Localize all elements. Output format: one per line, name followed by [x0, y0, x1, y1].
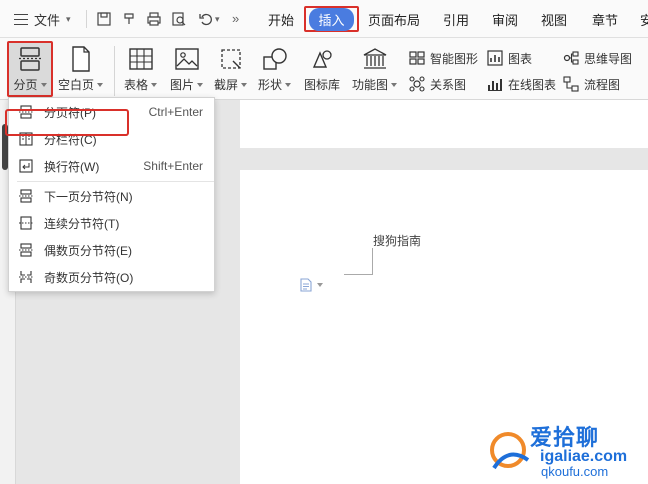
- chart-label: 图表: [508, 51, 533, 66]
- tab-home[interactable]: 开始: [268, 0, 294, 38]
- picture-icon: [174, 46, 200, 72]
- menu-item-next-page-section[interactable]: 下一页分节符(N): [10, 183, 213, 209]
- divider: [86, 10, 87, 28]
- divider: [114, 46, 115, 96]
- blank-page-button[interactable]: 空白页: [58, 46, 104, 93]
- format-painter-icon[interactable]: [121, 11, 137, 27]
- table-icon: [128, 46, 154, 72]
- online-chart-button[interactable]: 在线图表: [486, 75, 556, 93]
- table-button[interactable]: 表格: [124, 46, 158, 93]
- even-page-section-icon: [18, 242, 34, 258]
- watermark-url: qkoufu.com: [541, 464, 609, 479]
- menu-item-even-page-section[interactable]: 偶数页分节符(E): [10, 237, 213, 263]
- online-chart-label: 在线图表: [508, 77, 557, 92]
- chevron-down-icon: ▾: [66, 13, 71, 24]
- function-chart-button[interactable]: 功能图: [352, 46, 398, 93]
- margin-corner-mark: [372, 248, 373, 274]
- chart-icon: [486, 49, 504, 67]
- menu-item-line-break[interactable]: 换行符(W) Shift+Enter: [10, 153, 213, 179]
- icon-library-label: 图标库: [304, 78, 341, 92]
- icon-library-icon: [309, 46, 335, 72]
- blank-page-icon: [68, 46, 94, 72]
- tab-security[interactable]: 安: [640, 0, 648, 38]
- picture-button[interactable]: 图片: [170, 46, 204, 93]
- relation-chart-icon: [408, 75, 426, 93]
- screenshot-icon: [218, 46, 244, 72]
- paragraph-mark-button[interactable]: [300, 278, 323, 292]
- print-preview-icon[interactable]: [171, 11, 187, 27]
- screenshot-button[interactable]: 截屏: [214, 46, 248, 93]
- odd-page-section-icon: [18, 269, 34, 285]
- menu-item-shortcut: Shift+Enter: [143, 159, 203, 173]
- menu-bar: 文件 ▾ ▾ » 开始 插入 页面布局 引用 审阅 视图 章节 安: [0, 0, 648, 38]
- function-chart-icon: [362, 46, 388, 72]
- document-text[interactable]: 搜狗指南: [373, 232, 421, 249]
- document-icon: [300, 278, 312, 292]
- flow-chart-icon: [562, 75, 580, 93]
- continuous-section-icon: [18, 215, 34, 231]
- menu-divider: [17, 181, 214, 182]
- relation-chart-label: 关系图: [430, 77, 467, 92]
- screenshot-label: 截屏: [214, 78, 239, 92]
- tab-insert-highlight: 插入: [304, 6, 359, 32]
- menu-item-label: 连续分节符(T): [44, 216, 120, 231]
- tab-references[interactable]: 引用: [443, 0, 469, 38]
- mind-map-label: 思维导图: [584, 51, 633, 66]
- undo-icon[interactable]: [198, 11, 214, 27]
- blank-page-label: 空白页: [58, 78, 95, 92]
- smart-graphic-button[interactable]: 智能图形: [408, 49, 478, 67]
- page-break-highlight: [7, 41, 53, 97]
- picture-label: 图片: [170, 78, 195, 92]
- shape-icon: [262, 46, 288, 72]
- next-page-section-icon: [18, 188, 34, 204]
- margin-corner-mark: [344, 274, 373, 275]
- shape-label: 形状: [258, 78, 283, 92]
- tab-section[interactable]: 章节: [592, 0, 618, 38]
- table-label: 表格: [124, 78, 149, 92]
- menu-item-label: 偶数页分节符(E): [44, 243, 132, 258]
- continuous-section-highlight: [5, 109, 129, 136]
- line-break-icon: [18, 158, 34, 174]
- tab-page-layout[interactable]: 页面布局: [368, 0, 420, 38]
- document-page-previous[interactable]: [240, 100, 648, 148]
- file-menu-label: 文件: [34, 12, 61, 28]
- tab-review[interactable]: 审阅: [492, 0, 518, 38]
- mind-map-button[interactable]: 思维导图: [562, 49, 632, 67]
- menu-item-odd-page-section[interactable]: 奇数页分节符(O): [10, 264, 213, 290]
- undo-dropdown-icon[interactable]: ▾: [215, 14, 220, 25]
- shape-button[interactable]: 形状: [258, 46, 292, 93]
- flow-chart-label: 流程图: [584, 77, 621, 92]
- flow-chart-button[interactable]: 流程图: [562, 75, 620, 93]
- smart-graphic-label: 智能图形: [430, 51, 479, 66]
- file-menu[interactable]: 文件 ▾: [14, 0, 71, 38]
- chart-button[interactable]: 图表: [486, 49, 532, 67]
- smart-graphic-icon: [408, 49, 426, 67]
- tab-view[interactable]: 视图: [541, 0, 567, 38]
- menu-item-label: 奇数页分节符(O): [44, 270, 134, 285]
- tab-insert[interactable]: 插入: [309, 7, 354, 31]
- online-chart-icon: [486, 75, 504, 93]
- menu-item-label: 下一页分节符(N): [44, 189, 133, 204]
- icon-library-button[interactable]: 图标库: [304, 46, 340, 93]
- print-icon[interactable]: [146, 11, 162, 27]
- menu-item-label: 换行符(W): [44, 159, 100, 174]
- save-icon[interactable]: [96, 11, 112, 27]
- menu-item-continuous-section[interactable]: 连续分节符(T): [10, 210, 213, 236]
- relation-chart-button[interactable]: 关系图: [408, 75, 466, 93]
- function-chart-label: 功能图: [352, 78, 389, 92]
- mind-map-icon: [562, 49, 580, 67]
- menu-item-shortcut: Ctrl+Enter: [148, 105, 203, 119]
- hamburger-icon: [14, 13, 28, 25]
- more-chevron-icon[interactable]: »: [232, 11, 239, 26]
